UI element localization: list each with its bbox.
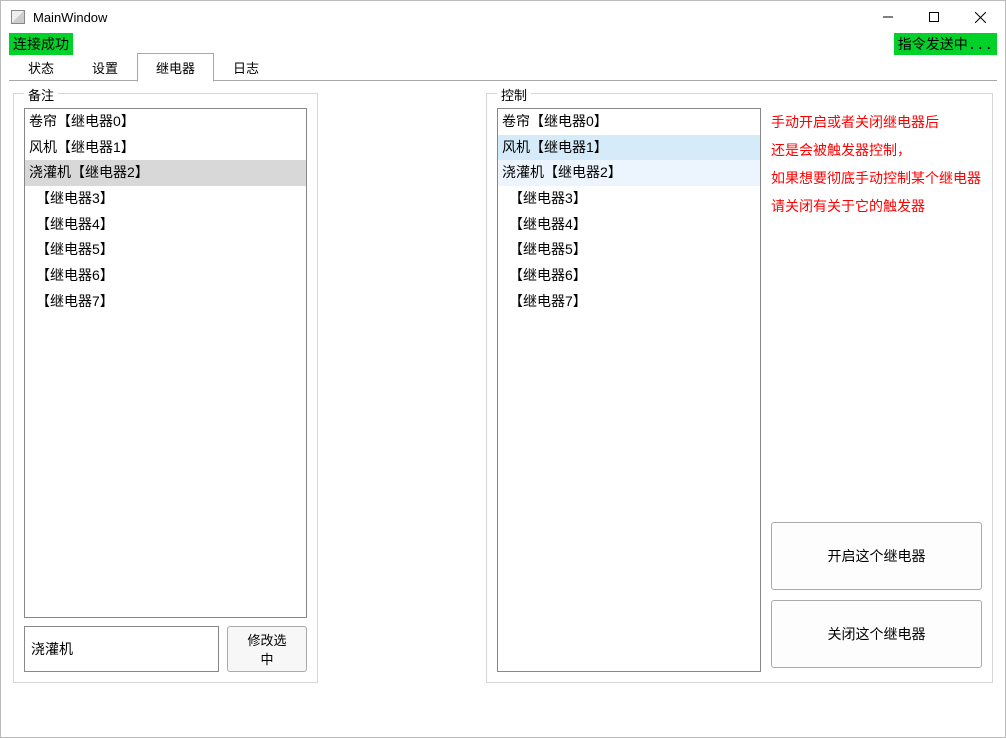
- modify-selected-button[interactable]: 修改选中: [227, 626, 307, 672]
- window-controls: [865, 2, 1003, 32]
- warning-text: 手动开启或者关闭继电器后 还是会被触发器控制， 如果想要彻底手动控制某个继电器 …: [771, 108, 982, 220]
- tab-relay[interactable]: 继电器: [137, 53, 214, 82]
- list-item[interactable]: 卷帘【继电器0】: [25, 109, 306, 135]
- remarks-footer: 修改选中: [24, 626, 307, 672]
- control-listbox[interactable]: 卷帘【继电器0】 风机【继电器1】 浇灌机【继电器2】 【继电器3】 【继电器4…: [497, 108, 761, 672]
- list-item[interactable]: 风机【继电器1】: [25, 135, 306, 161]
- window-title: MainWindow: [33, 10, 865, 25]
- spacer: [334, 93, 470, 725]
- remarks-listbox[interactable]: 卷帘【继电器0】 风机【继电器1】 浇灌机【继电器2】 【继电器3】 【继电器4…: [24, 108, 307, 618]
- action-buttons: 开启这个继电器 关闭这个继电器: [771, 522, 982, 672]
- control-group-title: 控制: [497, 85, 531, 104]
- list-item[interactable]: 浇灌机【继电器2】: [498, 160, 760, 186]
- content-area: 备注 卷帘【继电器0】 风机【继电器1】 浇灌机【继电器2】 【继电器3】 【继…: [1, 81, 1005, 737]
- remarks-groupbox: 备注 卷帘【继电器0】 风机【继电器1】 浇灌机【继电器2】 【继电器3】 【继…: [13, 93, 318, 683]
- maximize-icon: [929, 12, 939, 22]
- list-item[interactable]: 卷帘【继电器0】: [498, 109, 760, 135]
- sending-status-badge: 指令发送中...: [894, 33, 997, 55]
- list-item[interactable]: 【继电器4】: [498, 212, 760, 238]
- list-item[interactable]: 【继电器5】: [25, 237, 306, 263]
- tab-log[interactable]: 日志: [214, 53, 278, 81]
- remark-edit-input[interactable]: [24, 626, 219, 672]
- maximize-button[interactable]: [911, 2, 957, 32]
- list-item[interactable]: 【继电器6】: [498, 263, 760, 289]
- main-window: MainWindow 连接成功 指令发送中... 状态 设置 继电器 日志 备注…: [0, 0, 1006, 738]
- list-item[interactable]: 【继电器5】: [498, 237, 760, 263]
- control-groupbox: 控制 卷帘【继电器0】 风机【继电器1】 浇灌机【继电器2】 【继电器3】 【继…: [486, 93, 993, 683]
- connection-status-badge: 连接成功: [9, 33, 73, 55]
- warning-line: 如果想要彻底手动控制某个继电器: [771, 164, 982, 192]
- list-item[interactable]: 风机【继电器1】: [498, 135, 760, 161]
- list-item[interactable]: 【继电器4】: [25, 212, 306, 238]
- tab-settings[interactable]: 设置: [73, 53, 137, 81]
- minimize-button[interactable]: [865, 2, 911, 32]
- app-icon: [11, 10, 25, 24]
- close-button[interactable]: [957, 2, 1003, 32]
- close-icon: [975, 12, 986, 23]
- tab-bar: 状态 设置 继电器 日志: [1, 55, 1005, 81]
- list-item[interactable]: 【继电器7】: [498, 289, 760, 315]
- close-relay-button[interactable]: 关闭这个继电器: [771, 600, 982, 668]
- control-side-panel: 手动开启或者关闭继电器后 还是会被触发器控制， 如果想要彻底手动控制某个继电器 …: [771, 108, 982, 672]
- list-item[interactable]: 【继电器6】: [25, 263, 306, 289]
- list-item[interactable]: 【继电器7】: [25, 289, 306, 315]
- list-item[interactable]: 【继电器3】: [25, 186, 306, 212]
- list-item[interactable]: 【继电器3】: [498, 186, 760, 212]
- list-item[interactable]: 浇灌机【继电器2】: [25, 160, 306, 186]
- tab-status[interactable]: 状态: [9, 53, 73, 81]
- status-row: 连接成功 指令发送中...: [1, 33, 1005, 55]
- minimize-icon: [883, 12, 893, 22]
- warning-line: 请关闭有关于它的触发器: [771, 192, 982, 220]
- open-relay-button[interactable]: 开启这个继电器: [771, 522, 982, 590]
- warning-line: 手动开启或者关闭继电器后: [771, 108, 982, 136]
- remarks-group-title: 备注: [24, 85, 58, 104]
- titlebar: MainWindow: [1, 1, 1005, 33]
- warning-line: 还是会被触发器控制，: [771, 136, 982, 164]
